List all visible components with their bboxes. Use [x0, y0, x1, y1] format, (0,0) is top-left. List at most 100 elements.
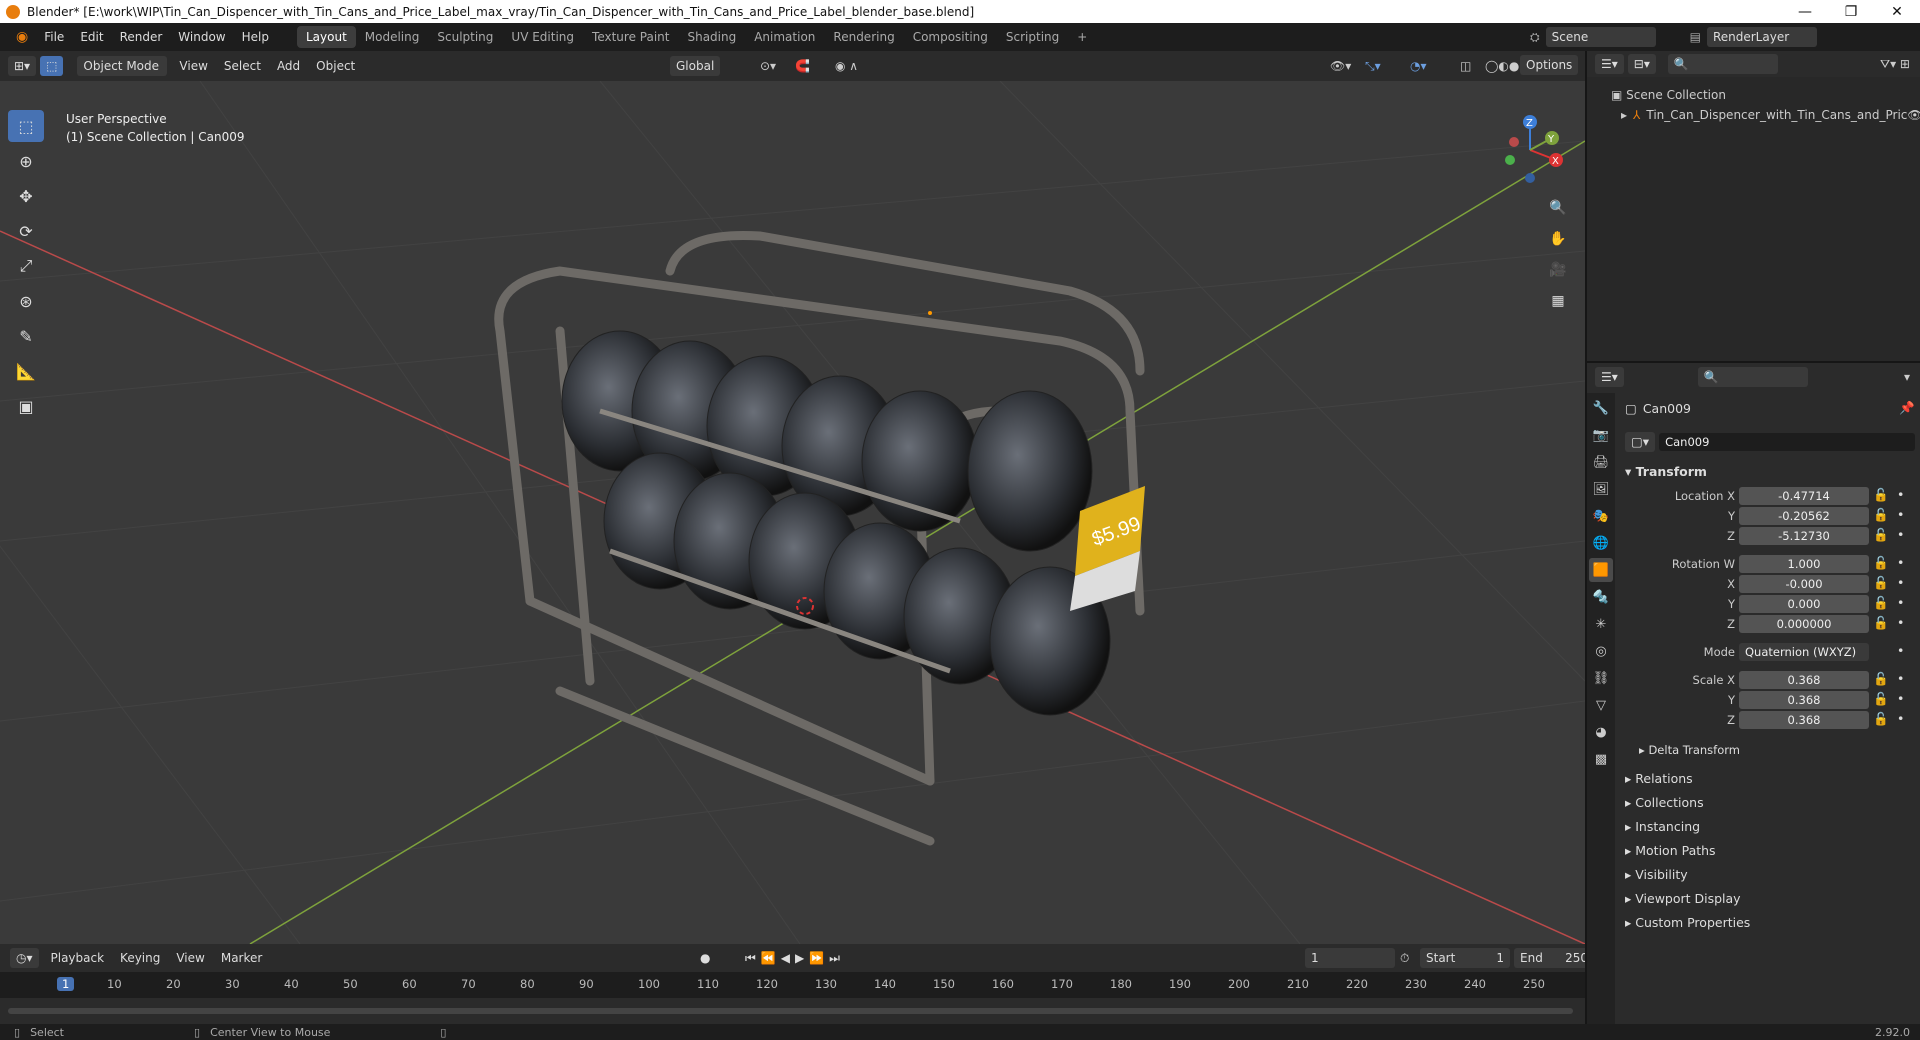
- scale-x-field[interactable]: 0.368: [1739, 671, 1869, 689]
- scale-z-field[interactable]: 0.368: [1739, 711, 1869, 729]
- blender-menu-icon[interactable]: ◉: [8, 29, 36, 45]
- rotation-y-field[interactable]: 0.000: [1739, 595, 1869, 613]
- view-layer-icon[interactable]: ▤: [1690, 30, 1701, 44]
- transform-tool-icon[interactable]: ⊛: [8, 285, 44, 317]
- filter-icon[interactable]: ⛛▾ ⊞: [1880, 57, 1910, 72]
- keyframe-dot-icon[interactable]: •: [1897, 615, 1917, 633]
- timeline-scrollbar[interactable]: [8, 1008, 1573, 1014]
- properties-editor-type-icon[interactable]: ☰▾: [1595, 367, 1624, 387]
- menu-edit[interactable]: Edit: [72, 30, 111, 44]
- render-tab-icon[interactable]: 📷: [1589, 423, 1613, 447]
- rotation-mode-dropdown[interactable]: Quaternion (WXYZ): [1739, 643, 1869, 661]
- cursor-tool-icon[interactable]: ⊕: [8, 145, 44, 177]
- start-field[interactable]: 1: [1496, 948, 1504, 968]
- view-layer-field[interactable]: RenderLayer: [1706, 27, 1817, 47]
- object-name-field[interactable]: Can009: [1659, 433, 1915, 451]
- playhead-frame[interactable]: 1: [57, 977, 75, 991]
- lock-icon[interactable]: 🔓: [1873, 595, 1893, 613]
- timeline-menu-view[interactable]: View: [168, 951, 212, 965]
- tab-scripting[interactable]: Scripting: [997, 26, 1068, 48]
- keyframe-dot-icon[interactable]: •: [1897, 507, 1917, 525]
- preview-range-icon[interactable]: ⏱: [1400, 951, 1409, 966]
- keyframe-dot-icon[interactable]: •: [1897, 671, 1917, 689]
- rotate-tool-icon[interactable]: ⟳: [8, 215, 44, 247]
- timeline-editor-type-icon[interactable]: ◷▾: [10, 948, 39, 968]
- move-tool-icon[interactable]: ✥: [8, 180, 44, 212]
- panel-motion-paths[interactable]: ▸ Motion Paths: [1625, 839, 1915, 863]
- timeline-menu-marker[interactable]: Marker: [213, 951, 270, 965]
- 3d-viewport[interactable]: $5.99: [0, 81, 1585, 944]
- pin-icon[interactable]: 📌: [1899, 400, 1915, 416]
- panel-visibility[interactable]: ▸ Visibility: [1625, 863, 1915, 887]
- location-y-field[interactable]: -0.20562: [1739, 507, 1869, 525]
- snap-icon[interactable]: 🧲: [795, 59, 810, 73]
- camera-view-icon[interactable]: 🎥: [1545, 257, 1571, 283]
- menu-render[interactable]: Render: [112, 30, 171, 44]
- panel-relations[interactable]: ▸ Relations: [1625, 767, 1915, 791]
- scale-y-field[interactable]: 0.368: [1739, 691, 1869, 709]
- viewport-menu-object[interactable]: Object: [308, 59, 363, 73]
- keyframe-dot-icon[interactable]: •: [1897, 527, 1917, 545]
- view-layer-tab-icon[interactable]: 🖼: [1589, 477, 1613, 501]
- xray-icon[interactable]: ◫: [1460, 59, 1471, 73]
- current-frame-field[interactable]: 1: [1305, 948, 1395, 968]
- keyframe-dot-icon[interactable]: •: [1897, 643, 1917, 661]
- lock-icon[interactable]: 🔓: [1873, 575, 1893, 593]
- annotate-tool-icon[interactable]: ✎: [8, 320, 44, 352]
- tab-uv-editing[interactable]: UV Editing: [502, 26, 583, 48]
- panel-instancing[interactable]: ▸ Instancing: [1625, 815, 1915, 839]
- timeline-menu-keying[interactable]: Keying: [112, 951, 168, 965]
- location-x-field[interactable]: -0.47714: [1739, 487, 1869, 505]
- pan-hand-icon[interactable]: ✋: [1545, 226, 1571, 252]
- pivot-icon[interactable]: ⊙▾: [760, 59, 776, 73]
- object-browse-icon[interactable]: ▢▾: [1625, 432, 1656, 452]
- tab-layout[interactable]: Layout: [296, 26, 356, 48]
- tab-shading[interactable]: Shading: [678, 26, 745, 48]
- editor-type-icon[interactable]: ⊞▾: [8, 56, 37, 76]
- add-workspace-icon[interactable]: +: [1068, 26, 1096, 48]
- gizmo-icon[interactable]: ⤡▾: [1365, 59, 1381, 74]
- delta-transform-header[interactable]: ▸ Delta Transform: [1639, 743, 1915, 757]
- modifier-tab-icon[interactable]: 🔩: [1589, 585, 1613, 609]
- outliner-editor-type-icon[interactable]: ☰▾: [1595, 54, 1624, 74]
- menu-file[interactable]: File: [36, 30, 72, 44]
- tab-sculpting[interactable]: Sculpting: [428, 26, 502, 48]
- expand-arrow-icon[interactable]: ▸: [1621, 105, 1627, 125]
- tab-rendering[interactable]: Rendering: [824, 26, 903, 48]
- scene-icon[interactable]: ⛭: [1530, 30, 1540, 45]
- outliner-item-row[interactable]: ▸ ⅄ Tin_Can_Dispencer_with_Tin_Cans_and_…: [1611, 105, 1920, 125]
- proportional-edit-icon[interactable]: ◉ ∧: [835, 59, 858, 73]
- measure-tool-icon[interactable]: 📐: [8, 355, 44, 387]
- select-box-icon[interactable]: ⬚: [40, 56, 64, 76]
- panel-custom-properties[interactable]: ▸ Custom Properties: [1625, 911, 1915, 935]
- lock-icon[interactable]: 🔓: [1873, 615, 1893, 633]
- outliner-search-icon[interactable]: 🔍: [1667, 54, 1778, 74]
- tab-modeling[interactable]: Modeling: [356, 26, 429, 48]
- close-icon[interactable]: ✕: [1874, 4, 1920, 20]
- options-dropdown[interactable]: Options: [1520, 55, 1579, 75]
- properties-options-icon[interactable]: ▾: [1904, 370, 1910, 384]
- scene-collection-row[interactable]: ▣ Scene Collection: [1611, 85, 1920, 105]
- lock-icon[interactable]: 🔓: [1873, 671, 1893, 689]
- lock-icon[interactable]: 🔓: [1873, 507, 1893, 525]
- object-tab-icon[interactable]: 🟧: [1589, 558, 1613, 582]
- panel-collections[interactable]: ▸ Collections: [1625, 791, 1915, 815]
- keyframe-dot-icon[interactable]: •: [1897, 555, 1917, 573]
- navigation-gizmo[interactable]: Z X Y: [1490, 110, 1570, 190]
- material-tab-icon[interactable]: ◕: [1589, 720, 1613, 744]
- object-mode-dropdown[interactable]: Object Mode: [77, 56, 168, 76]
- rotation-w-field[interactable]: 1.000: [1739, 555, 1869, 573]
- lock-icon[interactable]: 🔓: [1873, 691, 1893, 709]
- data-tab-icon[interactable]: ▽: [1589, 693, 1613, 717]
- tab-texture-paint[interactable]: Texture Paint: [583, 26, 678, 48]
- timeline-menu-playback[interactable]: Playback: [43, 951, 113, 965]
- add-cube-tool-icon[interactable]: ▣: [8, 390, 44, 422]
- lock-icon[interactable]: 🔓: [1873, 487, 1893, 505]
- zoom-icon[interactable]: 🔍: [1545, 195, 1571, 221]
- timeline-ruler[interactable]: 1 10 20 30 40 50 60 70 80 90 100 110 120 130 140 150 160…: [0, 972, 1585, 998]
- scale-tool-icon[interactable]: ⤢: [8, 250, 44, 282]
- texture-tab-icon[interactable]: ▩: [1589, 747, 1613, 771]
- constraints-tab-icon[interactable]: ⛓: [1589, 666, 1613, 690]
- record-icon[interactable]: ●: [700, 951, 710, 965]
- keyframe-dot-icon[interactable]: •: [1897, 575, 1917, 593]
